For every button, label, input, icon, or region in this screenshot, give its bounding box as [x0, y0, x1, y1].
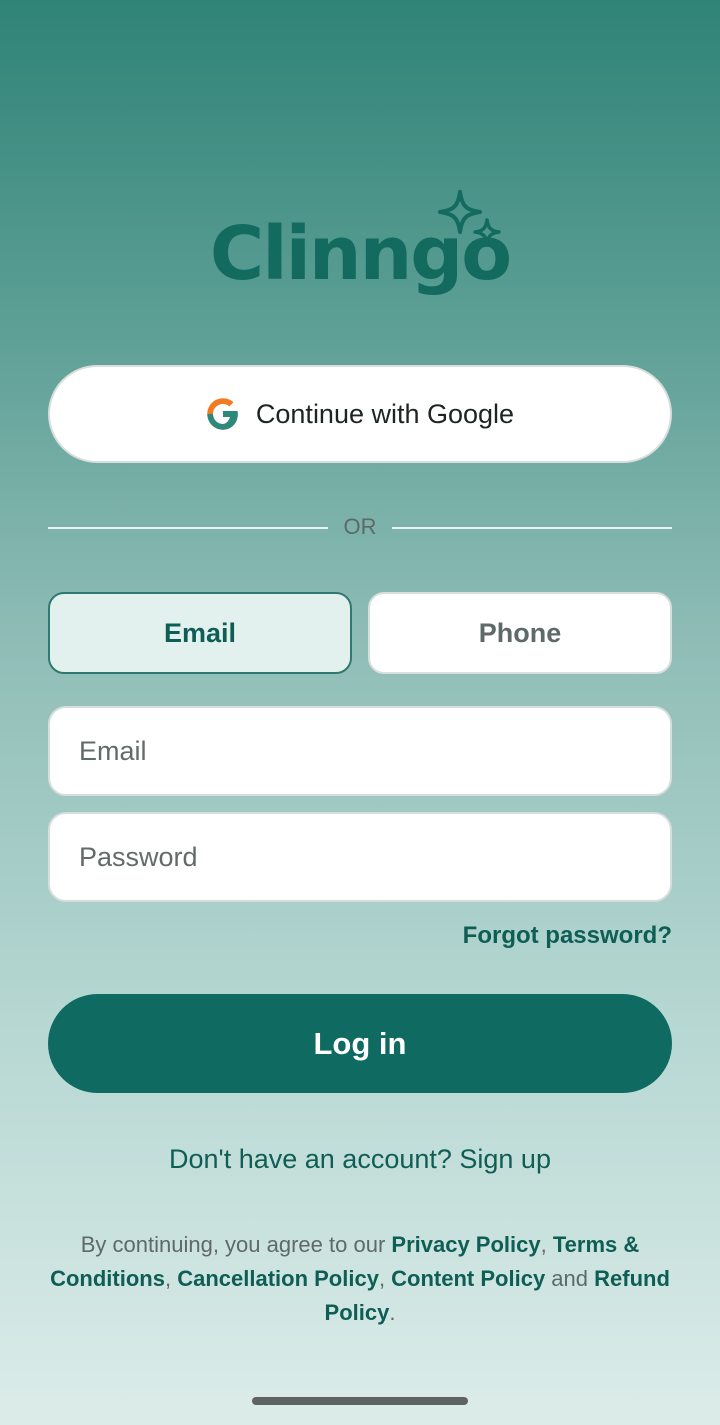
- forgot-password-link[interactable]: Forgot password?: [463, 922, 672, 950]
- or-divider: OR: [48, 508, 672, 548]
- legal-and: and: [545, 1266, 595, 1291]
- privacy-policy-link[interactable]: Privacy Policy: [391, 1232, 540, 1257]
- tab-email[interactable]: Email: [48, 592, 352, 674]
- tab-phone[interactable]: Phone: [368, 592, 672, 674]
- password-input[interactable]: [50, 814, 670, 900]
- password-field[interactable]: [48, 812, 672, 902]
- divider-line-right: [392, 527, 672, 529]
- email-field[interactable]: [48, 706, 672, 796]
- legal-notice: By continuing, you agree to our Privacy …: [48, 1228, 672, 1330]
- brand-logo: Clinngo: [0, 188, 720, 308]
- google-g-icon: [207, 398, 238, 430]
- sparkle-icon: [438, 190, 501, 246]
- legal-separator: ,: [164, 1266, 178, 1291]
- home-indicator[interactable]: [252, 1397, 468, 1405]
- content-policy-link[interactable]: Content Policy: [391, 1266, 545, 1291]
- google-button-label: Continue with Google: [255, 398, 515, 429]
- legal-end: .: [389, 1300, 396, 1325]
- signup-link[interactable]: Don't have an account? Sign up: [0, 1144, 720, 1175]
- cancellation-policy-link[interactable]: Cancellation Policy: [177, 1266, 379, 1291]
- login-button[interactable]: Log in: [48, 994, 672, 1093]
- legal-separator: ,: [540, 1232, 553, 1257]
- email-input[interactable]: [50, 708, 670, 794]
- continue-with-google-button[interactable]: Continue with Google: [48, 365, 672, 463]
- legal-separator: ,: [378, 1266, 392, 1291]
- legal-prefix: By continuing, you agree to our: [80, 1232, 392, 1257]
